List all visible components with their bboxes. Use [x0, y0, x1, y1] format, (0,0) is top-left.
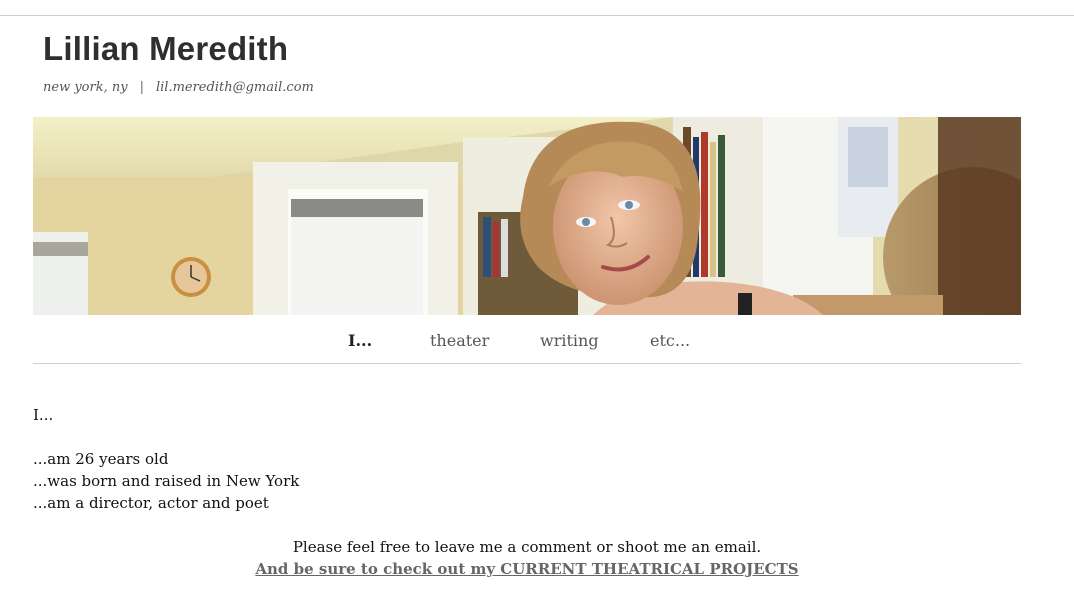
- about-section: I... ...am 26 years old ...was born and …: [33, 404, 1021, 514]
- closing-section: Please feel free to leave me a comment o…: [33, 536, 1021, 580]
- nav-item-etc[interactable]: etc...: [650, 331, 690, 350]
- nav-item-writing[interactable]: writing: [540, 331, 599, 350]
- site-title: Lillian Meredith: [43, 30, 289, 67]
- current-projects-link[interactable]: And be sure to check out my CURRENT THEA…: [255, 560, 798, 578]
- closing-text: Please feel free to leave me a comment o…: [292, 538, 762, 556]
- about-line: ...am a director, actor and poet: [33, 494, 269, 512]
- email-link[interactable]: lil.meredith@gmail.com: [156, 80, 314, 95]
- hero-photo-illustration: [33, 117, 1021, 315]
- hero-photo: [33, 117, 1021, 315]
- location-text: new york, ny: [43, 80, 128, 95]
- separator: |: [139, 80, 144, 95]
- about-line: ...was born and raised in New York: [33, 472, 300, 490]
- top-divider: [0, 15, 1074, 16]
- nav-item-about[interactable]: I...: [348, 331, 372, 350]
- nav-item-theater[interactable]: theater: [430, 331, 489, 350]
- intro-text: I...: [33, 406, 54, 424]
- main-nav: I... theater writing etc...: [33, 327, 1021, 364]
- contact-line: new york, ny | lil.meredith@gmail.com: [43, 80, 314, 95]
- about-line: ...am 26 years old: [33, 450, 169, 468]
